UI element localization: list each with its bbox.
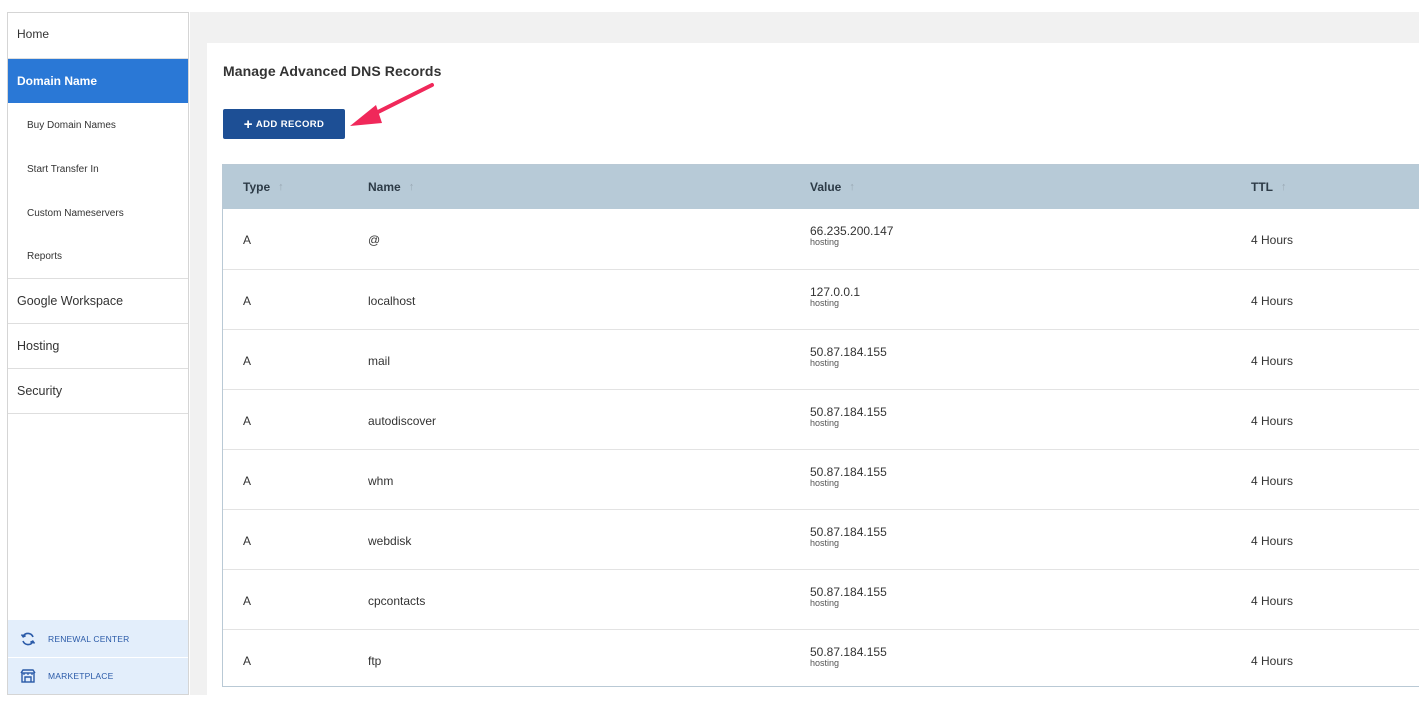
- cell-name: webdisk: [368, 534, 412, 548]
- page-title: Manage Advanced DNS Records: [223, 63, 442, 79]
- sidebar-subitem-reports[interactable]: Reports: [8, 235, 188, 279]
- plus-icon: +: [243, 115, 253, 133]
- sidebar-item-domain-name[interactable]: Domain Name: [8, 59, 188, 103]
- cell-value: 127.0.0.1 hosting: [810, 285, 860, 309]
- column-header-type[interactable]: Type ↑: [243, 180, 284, 194]
- cell-ttl: 4 Hours: [1251, 414, 1294, 428]
- sidebar-item-home[interactable]: Home: [8, 13, 188, 59]
- renewal-center-label: RENEWAL CENTER: [48, 633, 130, 644]
- cell-name: mail: [368, 354, 391, 368]
- cell-value: 50.87.184.155 hosting: [810, 345, 887, 369]
- table-row[interactable]: A cpcontacts 50.87.184.155 hosting 4 Hou…: [223, 569, 1419, 629]
- cell-value-sub: hosting: [810, 237, 840, 248]
- cell-name: ftp: [368, 654, 382, 668]
- cell-type: A: [243, 474, 252, 488]
- sidebar-item-google-workspace[interactable]: Google Workspace: [8, 279, 188, 324]
- sort-arrow-up-icon: ↑: [278, 181, 284, 193]
- cell-name: @: [368, 233, 381, 247]
- marketplace-label: MARKETPLACE: [48, 671, 114, 681]
- cell-type: A: [243, 654, 252, 668]
- cell-type: A: [243, 594, 252, 608]
- sidebar-subitem-custom-nameservers[interactable]: Custom Nameservers: [8, 191, 188, 235]
- cell-value: 50.87.184.155 hosting: [810, 645, 887, 669]
- cell-ttl: 4 Hours: [1251, 354, 1294, 368]
- table-row[interactable]: A @ 66.235.200.147 hosting 4 Hours: [223, 209, 1419, 269]
- cell-type: A: [243, 414, 252, 428]
- column-header-value-label: Value: [810, 180, 842, 194]
- cell-value-sub: hosting: [810, 598, 840, 609]
- sidebar-item-hosting[interactable]: Hosting: [8, 324, 188, 369]
- marketplace-link[interactable]: MARKETPLACE: [8, 657, 188, 694]
- cell-ttl: 4 Hours: [1251, 233, 1294, 247]
- renewal-center-link[interactable]: RENEWAL CENTER: [8, 620, 188, 657]
- table-row[interactable]: A autodiscover 50.87.184.155 hosting 4 H…: [223, 389, 1419, 449]
- cell-ttl: 4 Hours: [1251, 474, 1294, 488]
- cell-type: A: [243, 534, 252, 548]
- cell-value: 50.87.184.155 hosting: [810, 405, 887, 429]
- add-record-label: ADD RECORD: [255, 118, 325, 130]
- pointer-arrow-annotation: [350, 83, 434, 126]
- cell-name: localhost: [368, 294, 416, 308]
- refresh-icon: [20, 631, 36, 647]
- table-row[interactable]: A webdisk 50.87.184.155 hosting 4 Hours: [223, 509, 1419, 569]
- column-header-value[interactable]: Value ↑: [810, 180, 855, 194]
- sort-arrow-up-icon: ↑: [1281, 181, 1287, 193]
- add-record-button[interactable]: + ADD RECORD: [223, 109, 345, 139]
- cell-type: A: [243, 233, 252, 247]
- cell-value-sub: hosting: [810, 418, 840, 429]
- cell-ttl: 4 Hours: [1251, 594, 1294, 608]
- sidebar-subitem-start-transfer-in[interactable]: Start Transfer In: [8, 147, 188, 191]
- cell-value: 50.87.184.155 hosting: [810, 585, 887, 609]
- storefront-icon: [20, 668, 36, 684]
- cell-value: 50.87.184.155 hosting: [810, 465, 887, 489]
- cell-value-sub: hosting: [810, 358, 840, 369]
- cell-name: whm: [368, 474, 394, 488]
- cell-ttl: 4 Hours: [1251, 534, 1294, 548]
- column-header-ttl[interactable]: TTL ↑: [1251, 180, 1287, 194]
- cell-name: cpcontacts: [368, 594, 426, 608]
- cell-ttl: 4 Hours: [1251, 294, 1294, 308]
- column-header-name-label: Name: [368, 180, 401, 194]
- sidebar-bottom-links: RENEWAL CENTER MARKETPLACE: [8, 620, 188, 694]
- cell-value: 50.87.184.155 hosting: [810, 525, 887, 549]
- cell-type: A: [243, 294, 252, 308]
- sort-arrow-up-icon: ↑: [849, 181, 855, 193]
- cell-value-sub: hosting: [810, 478, 840, 489]
- column-header-type-label: Type: [243, 180, 271, 194]
- table-row[interactable]: A localhost 127.0.0.1 hosting 4 Hours: [223, 269, 1419, 329]
- sidebar-item-security[interactable]: Security: [8, 369, 188, 414]
- sidebar: Home Domain Name Buy Domain Names Start …: [7, 12, 189, 695]
- cell-value: 66.235.200.147 hosting: [810, 224, 893, 248]
- dns-records-table: Type ↑ Name ↑ Value ↑ TTL ↑ A @ 66.235.2…: [222, 164, 1419, 687]
- table-row[interactable]: A ftp 50.87.184.155 hosting 4 Hours: [223, 629, 1419, 689]
- table-body: A @ 66.235.200.147 hosting 4 Hours A loc…: [223, 209, 1419, 689]
- cell-type: A: [243, 354, 252, 368]
- sort-arrow-up-icon: ↑: [408, 181, 415, 193]
- sidebar-subitem-buy-domain-names[interactable]: Buy Domain Names: [8, 103, 188, 147]
- table-row[interactable]: A whm 50.87.184.155 hosting 4 Hours: [223, 449, 1419, 509]
- column-header-ttl-label: TTL: [1251, 180, 1273, 194]
- table-row[interactable]: A mail 50.87.184.155 hosting 4 Hours: [223, 329, 1419, 389]
- cell-value-sub: hosting: [810, 298, 840, 309]
- cell-ttl: 4 Hours: [1251, 654, 1294, 668]
- cell-name: autodiscover: [368, 414, 437, 428]
- column-header-name[interactable]: Name ↑: [368, 180, 414, 194]
- cell-value-sub: hosting: [810, 538, 840, 549]
- table-header: Type ↑ Name ↑ Value ↑ TTL ↑: [223, 165, 1419, 209]
- cell-value-sub: hosting: [810, 658, 840, 669]
